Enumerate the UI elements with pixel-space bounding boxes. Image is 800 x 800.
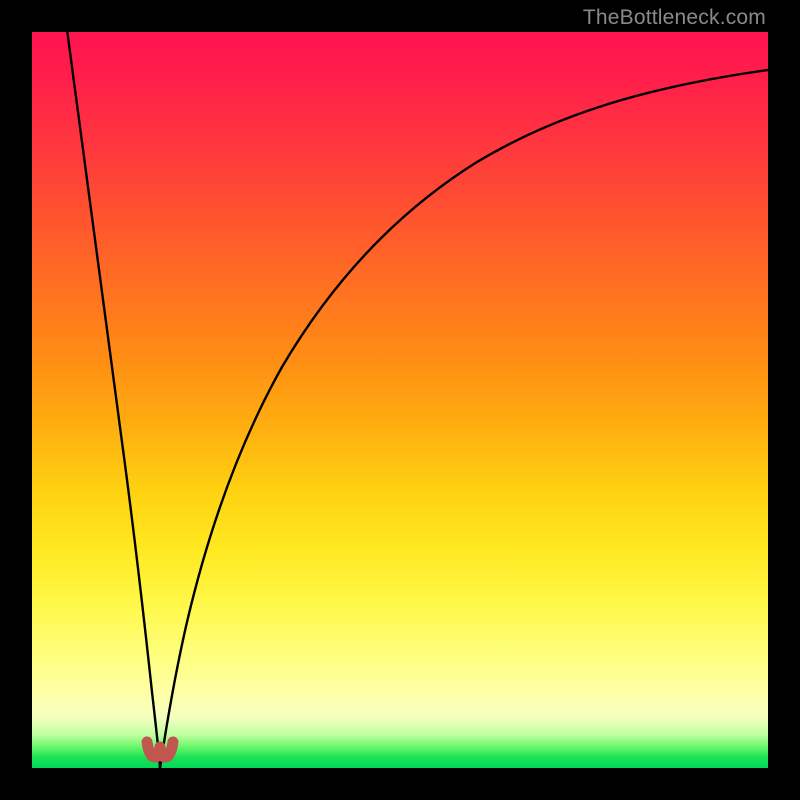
plot-area	[32, 32, 768, 768]
curve-right-branch	[160, 70, 768, 768]
bottleneck-curve	[32, 32, 768, 768]
chart-frame: TheBottleneck.com	[0, 0, 800, 800]
watermark-text: TheBottleneck.com	[583, 6, 766, 30]
curve-left-branch	[66, 32, 160, 768]
